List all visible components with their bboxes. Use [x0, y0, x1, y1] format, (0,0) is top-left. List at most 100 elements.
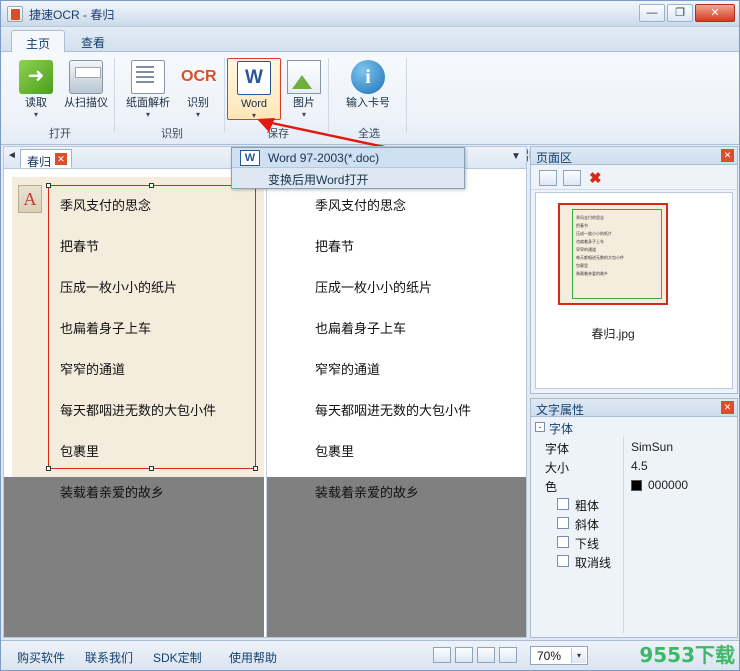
text-view-pane[interactable]: 季风支付的思念 把春节 压成一枚小小的纸片 也扁着身子上车 窄窄的通道 每天都咽…: [266, 169, 526, 637]
property-row-italic[interactable]: 斜体: [535, 515, 733, 533]
property-key-size: 大小: [545, 461, 570, 475]
resize-handle[interactable]: [149, 183, 154, 188]
ribbon-button-ocr[interactable]: OCR 识别 ▾: [171, 58, 225, 120]
property-row-underline[interactable]: 下线: [535, 534, 733, 552]
italic-checkbox[interactable]: [557, 517, 569, 529]
strikethrough-checkbox[interactable]: [557, 555, 569, 567]
ribbon-button-scanner[interactable]: 从扫描仪: [59, 58, 113, 120]
scanned-page[interactable]: A 季风支付的思念 把春节 压成一枚小小的纸片 也扁着身子上车 窄窄的通道 每天…: [12, 177, 264, 501]
text-line-6: 每天都咽进无数的大包小件: [315, 404, 472, 419]
view-mode-button-2[interactable]: [455, 647, 473, 663]
property-row-bold[interactable]: 粗体: [535, 496, 733, 514]
ribbon-group-recognize-label: 识别: [161, 128, 183, 140]
color-swatch[interactable]: [631, 480, 642, 491]
status-link-contact[interactable]: 联系我们: [85, 649, 133, 666]
property-row-color[interactable]: 色 000000: [535, 477, 733, 495]
text-pane-background: [267, 477, 526, 637]
recognized-text-lines: 季风支付的思念 把春节 压成一枚小小的纸片 也扁着身子上车 窄窄的通道 每天都咽…: [315, 195, 513, 501]
ribbon-group-open-label: 打开: [49, 128, 71, 140]
ribbon-button-image[interactable]: 图片 ▾: [277, 58, 331, 120]
text-properties-panel: 文字属性 ✕ - 字体 字体 SimSun 大小 4.5 色 000000 粗体…: [530, 398, 738, 638]
ribbon-group-recognize: 纸面解析 ▾ OCR 识别 ▾ 识别: [119, 54, 225, 143]
page-layout-icon: [131, 60, 165, 94]
dropdown-item-word-97-2003[interactable]: W Word 97-2003(*.doc): [232, 148, 464, 168]
image-line-7: 包裹里: [60, 445, 100, 460]
dropdown-item-open-with-word[interactable]: 变换后用Word打开: [232, 168, 464, 188]
recognized-text-sheet[interactable]: 季风支付的思念 把春节 压成一枚小小的纸片 也扁着身子上车 窄窄的通道 每天都咽…: [275, 177, 519, 501]
property-row-font[interactable]: 字体 SimSun: [535, 439, 733, 457]
ribbon-button-read[interactable]: 读取 ▾: [9, 58, 63, 120]
minimize-button[interactable]: —: [639, 4, 665, 22]
status-link-buy[interactable]: 购买软件: [17, 649, 65, 666]
thumbnail-text: 季风支付的思念 把春节 压成一枚小小的纸片 也扁着身子上车 窄窄的通道 每天都咽…: [573, 210, 661, 282]
thumb-line-3: 压成一枚小小的纸片: [576, 231, 612, 236]
delete-page-button[interactable]: ✖: [589, 169, 602, 187]
close-button[interactable]: ✕: [695, 4, 735, 22]
collapse-icon[interactable]: -: [535, 422, 545, 432]
properties-panel-header: 文字属性 ✕: [531, 399, 737, 417]
maximize-button[interactable]: ❐: [667, 4, 693, 22]
view-mode-button-4[interactable]: [499, 647, 517, 663]
view-mode-button-3[interactable]: [477, 647, 495, 663]
page-thumbnail[interactable]: 季风支付的思念 把春节 压成一枚小小的纸片 也扁着身子上车 窄窄的通道 每天都咽…: [558, 203, 668, 341]
text-line-3: 压成一枚小小的纸片: [315, 281, 433, 296]
status-link-sdk[interactable]: SDK定制: [153, 649, 202, 666]
document-tab-label: 春归: [27, 155, 52, 169]
application-window: 捷速OCR - 春归 — ❐ ✕ 主页 查看 读取 ▾ 从扫描仪 打开: [0, 0, 740, 671]
thumb-line-8: 装载着亲爱的故乡: [576, 271, 608, 276]
ribbon-button-ocr-label: 识别: [187, 97, 209, 109]
text-line-2: 把春节: [315, 240, 355, 255]
ribbon-button-page-layout[interactable]: 纸面解析 ▾: [121, 58, 175, 120]
close-icon[interactable]: ✕: [55, 153, 68, 165]
page-thumbnail-list[interactable]: 季风支付的思念 把春节 压成一枚小小的纸片 也扁着身子上车 窄窄的通道 每天都咽…: [535, 192, 733, 389]
tab-view[interactable]: 查看: [67, 30, 119, 53]
ribbon-button-page-layout-label: 纸面解析: [126, 97, 170, 109]
property-key-font: 字体: [545, 442, 570, 456]
property-key-color: 色: [545, 480, 558, 494]
thumb-line-5: 窄窄的通道: [576, 247, 596, 252]
underline-checkbox[interactable]: [557, 536, 569, 548]
title-bar: 捷速OCR - 春归 — ❐ ✕: [1, 1, 739, 27]
property-row-strikethrough[interactable]: 取消线: [535, 553, 733, 571]
bold-checkbox[interactable]: [557, 498, 569, 510]
resize-handle[interactable]: [46, 466, 51, 471]
ribbon-button-input-card[interactable]: i 输入卡号: [341, 58, 395, 120]
tab-prev-button[interactable]: ◄: [6, 150, 18, 161]
group-separator: [114, 58, 115, 132]
property-value-size: 4.5: [631, 459, 648, 473]
scanner-icon: [69, 60, 103, 94]
image-view-pane[interactable]: A 季风支付的思念 把春节 压成一枚小小的纸片 也扁着身子上车 窄窄的通道 每天…: [4, 169, 264, 637]
ribbon-button-word[interactable]: W Word ▾: [227, 58, 281, 120]
resize-handle[interactable]: [253, 466, 258, 471]
resize-handle[interactable]: [46, 183, 51, 188]
close-icon[interactable]: ✕: [721, 149, 734, 162]
image-line-6: 每天都咽进无数的大包小件: [60, 404, 217, 419]
zoom-selector[interactable]: 70% ▾: [530, 646, 588, 665]
document-tab-chungui[interactable]: 春归 ✕: [20, 149, 73, 169]
chevron-down-icon[interactable]: ▾: [571, 648, 586, 663]
image-text-lines: 季风支付的思念 把春节 压成一枚小小的纸片 也扁着身子上车 窄窄的通道 每天都咽…: [60, 195, 250, 501]
property-key-italic: 斜体: [575, 518, 600, 532]
thumb-line-4: 也扁着身子上车: [576, 239, 604, 244]
properties-group-font[interactable]: - 字体: [535, 420, 733, 436]
status-link-help[interactable]: 使用帮助: [229, 649, 277, 666]
chevron-down-icon: ▾: [33, 110, 38, 119]
thumbnail-selection-box: 季风支付的思念 把春节 压成一枚小小的纸片 也扁着身子上车 窄窄的通道 每天都咽…: [572, 209, 662, 299]
dropdown-item-open-with-word-label: 变换后用Word打开: [268, 173, 369, 187]
image-pane-background: [4, 477, 264, 637]
image-line-1: 季风支付的思念: [60, 199, 152, 214]
tab-list-button[interactable]: ▼: [510, 151, 522, 162]
property-key-strikethrough: 取消线: [575, 556, 612, 570]
add-page-button[interactable]: [539, 170, 557, 186]
tab-home[interactable]: 主页: [11, 30, 66, 53]
property-row-size[interactable]: 大小 4.5: [535, 458, 733, 476]
thumb-line-1: 季风支付的思念: [576, 215, 604, 220]
close-icon[interactable]: ✕: [721, 401, 734, 414]
view-mode-button-1[interactable]: [433, 647, 451, 663]
read-arrow-icon: [19, 60, 53, 94]
group-separator: [224, 58, 225, 132]
page-view-button[interactable]: [563, 170, 581, 186]
property-value-font: SimSun: [631, 440, 674, 454]
word-format-dropdown[interactable]: W Word 97-2003(*.doc) 变换后用Word打开: [231, 147, 465, 189]
app-icon: [7, 6, 23, 22]
